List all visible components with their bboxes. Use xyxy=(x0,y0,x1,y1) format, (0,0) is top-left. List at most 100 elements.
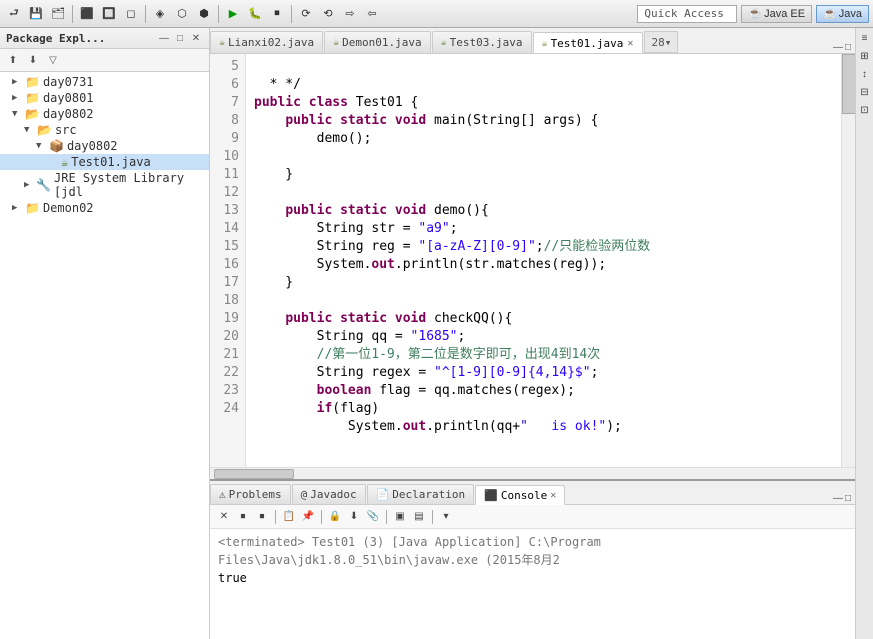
tab-test01-label: Test01.java xyxy=(551,37,624,50)
java-tab-icon: ☕ xyxy=(542,38,548,49)
sidebar-action-btn-3[interactable]: ▽ xyxy=(44,51,62,69)
collapse-arrow: ▼ xyxy=(24,125,34,135)
sidebar-maximize-btn[interactable]: □ xyxy=(173,31,187,45)
tree-label-day0731: day0731 xyxy=(43,75,94,89)
sidebar-tree: ▶ 📁 day0731 ▶ 📁 day0801 ▼ 📂 day0802 ▼ 📂 … xyxy=(0,72,209,639)
toolbar-btn-8[interactable]: ⬡ xyxy=(172,4,192,24)
perspective-java-btn[interactable]: ☕ Java xyxy=(816,5,869,23)
sidebar-minimize-btn[interactable]: — xyxy=(157,31,171,45)
console-scroll-end-btn[interactable]: ⬇ xyxy=(346,509,362,525)
folder-icon: 📁 xyxy=(25,75,40,89)
scrollbar-thumb[interactable] xyxy=(842,54,855,114)
console-output: <terminated> Test01 (3) [Java Applicatio… xyxy=(210,529,855,639)
collapse-arrow: ▼ xyxy=(12,109,22,119)
right-strip-btn-2[interactable]: ⊞ xyxy=(857,48,873,64)
toolbar-btn-3[interactable]: 🗂 xyxy=(48,4,68,24)
tree-item-day0801[interactable]: ▶ 📁 day0801 xyxy=(0,90,209,106)
right-strip-btn-3[interactable]: ↕ xyxy=(857,66,873,82)
console-scroll-lock-btn[interactable]: 🔒 xyxy=(327,509,343,525)
tree-item-day0802pkg[interactable]: ▼ 📦 day0802 xyxy=(0,138,209,154)
bottom-panel-maximize-btn[interactable]: □ xyxy=(845,493,851,504)
console-stop-btn[interactable]: ⏹ xyxy=(235,509,251,525)
bottom-panel: ⚠ Problems @ Javadoc 📄 Declaration ⬛ Con… xyxy=(210,479,855,639)
tree-item-jre[interactable]: ▶ 🔧 JRE System Library [jdl xyxy=(0,170,209,200)
tab-test01-close-btn[interactable]: ✕ xyxy=(626,38,634,49)
editor-hscroll[interactable] xyxy=(210,467,855,479)
console-clear-btn[interactable]: ✕ xyxy=(216,509,232,525)
collapse-arrow: ▶ xyxy=(24,180,33,190)
tabs-overflow-btn[interactable]: 28 ▾ xyxy=(644,31,678,53)
bottom-tab-console[interactable]: ⬛ Console ✕ xyxy=(475,485,565,505)
console-view-btn[interactable]: ▣ xyxy=(392,509,408,525)
toolbar-btn-11[interactable]: ⟳ xyxy=(296,4,316,24)
console-extra-btn[interactable]: ▾ xyxy=(438,509,454,525)
tab-demon01[interactable]: ☕ Demon01.java xyxy=(324,31,431,53)
toolbar-btn-debug[interactable]: 🐛 xyxy=(245,4,265,24)
right-strip-btn-5[interactable]: ⊡ xyxy=(857,102,873,118)
bottom-panel-right-controls: — □ xyxy=(829,493,855,504)
toolbar-sep-4 xyxy=(291,5,292,23)
toolbar-btn-10[interactable]: ⏹ xyxy=(267,4,287,24)
javadoc-icon: @ xyxy=(301,488,308,501)
tab-test03[interactable]: ☕ Test03.java xyxy=(432,31,532,53)
overflow-count-label: 28 xyxy=(651,36,664,49)
tab-test01[interactable]: ☕ Test01.java ✕ xyxy=(533,32,644,54)
console-paste-btn[interactable]: 📌 xyxy=(300,509,316,525)
tree-item-demon02[interactable]: ▶ 📁 Demon02 xyxy=(0,200,209,216)
tree-item-day0731[interactable]: ▶ 📁 day0731 xyxy=(0,74,209,90)
toolbar-btn-run[interactable]: ▶ xyxy=(223,4,243,24)
toolbar-btn-13[interactable]: ⇨ xyxy=(340,4,360,24)
line-numbers: 5 6 7 8 9 10 11 12 13 14 15 16 17 18 19 … xyxy=(210,54,246,467)
tree-label-day0802: day0802 xyxy=(43,107,94,121)
sidebar-action-btn-1[interactable]: ⬆ xyxy=(4,51,22,69)
toolbar-btn-6[interactable]: ◻ xyxy=(121,4,141,24)
tree-item-day0802[interactable]: ▼ 📂 day0802 xyxy=(0,106,209,122)
tab-lianxi02[interactable]: ☕ Lianxi02.java xyxy=(210,31,323,53)
toolbar-btn-5[interactable]: 🔲 xyxy=(99,4,119,24)
toolbar-btn-9[interactable]: ⬢ xyxy=(194,4,214,24)
toolbar-btn-1[interactable]: ⮐ xyxy=(4,4,24,24)
bottom-tab-declaration[interactable]: 📄 Declaration xyxy=(367,484,475,504)
console-terminate-btn[interactable]: ⏹ xyxy=(254,509,270,525)
toolbar-btn-2[interactable]: 💾 xyxy=(26,4,46,24)
sidebar-title: Package Expl... xyxy=(6,32,105,45)
console-settings-btn[interactable]: ▤ xyxy=(411,509,427,525)
java-icon: ☕ xyxy=(823,7,837,20)
right-strip: ≡ ⊞ ↕ ⊟ ⊡ xyxy=(855,28,873,639)
console-toolbar: ✕ ⏹ ⏹ 📋 📌 🔒 ⬇ 📎 ▣ ▤ ▾ xyxy=(210,505,855,529)
tab-test03-label: Test03.java xyxy=(450,36,523,49)
editor-tabs-bar: ☕ Lianxi02.java ☕ Demon01.java ☕ Test03.… xyxy=(210,28,855,54)
console-copy-btn[interactable]: 📋 xyxy=(281,509,297,525)
sidebar-action-btn-2[interactable]: ⬇ xyxy=(24,51,42,69)
folder-icon: 📁 xyxy=(25,91,40,105)
right-strip-btn-4[interactable]: ⊟ xyxy=(857,84,873,100)
tree-label-day0802pkg: day0802 xyxy=(67,139,118,153)
lib-icon: 🔧 xyxy=(36,178,51,192)
tree-item-test01java[interactable]: ▶ ☕ Test01.java xyxy=(0,154,209,170)
toolbar-btn-7[interactable]: ◈ xyxy=(150,4,170,24)
bottom-tab-javadoc[interactable]: @ Javadoc xyxy=(292,484,366,504)
editor-scrollbar[interactable] xyxy=(841,54,855,467)
package-icon: 📦 xyxy=(49,139,64,153)
bottom-tab-problems[interactable]: ⚠ Problems xyxy=(210,484,291,504)
collapse-arrow: ▶ xyxy=(12,93,22,103)
toolbar-btn-12[interactable]: ⟲ xyxy=(318,4,338,24)
toolbar-btn-14[interactable]: ⇦ xyxy=(362,4,382,24)
right-strip-btn-1[interactable]: ≡ xyxy=(857,30,873,46)
code-content[interactable]: * */ public class Test01 { public static… xyxy=(246,54,841,467)
perspective-java-ee-btn[interactable]: ☕ Java EE xyxy=(741,5,812,23)
sidebar-close-btn[interactable]: ✕ xyxy=(189,31,203,45)
toolbar-sep-3 xyxy=(218,5,219,23)
console-icon: ⬛ xyxy=(484,489,498,502)
sidebar: Package Expl... — □ ✕ ⬆ ⬇ ▽ ▶ 📁 day0731 … xyxy=(0,28,210,639)
bottom-panel-minimize-btn[interactable]: — xyxy=(833,493,843,504)
editor-hscroll-thumb[interactable] xyxy=(214,469,294,479)
console-tab-close-btn[interactable]: ✕ xyxy=(550,490,556,501)
tree-label-jre: JRE System Library [jdl xyxy=(54,171,205,199)
tab-maximize-btn[interactable]: □ xyxy=(845,42,851,53)
tab-minimize-btn[interactable]: — xyxy=(833,42,843,53)
console-pin-btn[interactable]: 📎 xyxy=(365,509,381,525)
quick-access-box[interactable]: Quick Access xyxy=(637,5,737,23)
toolbar-btn-4[interactable]: ⬛ xyxy=(77,4,97,24)
tree-item-src[interactable]: ▼ 📂 src xyxy=(0,122,209,138)
